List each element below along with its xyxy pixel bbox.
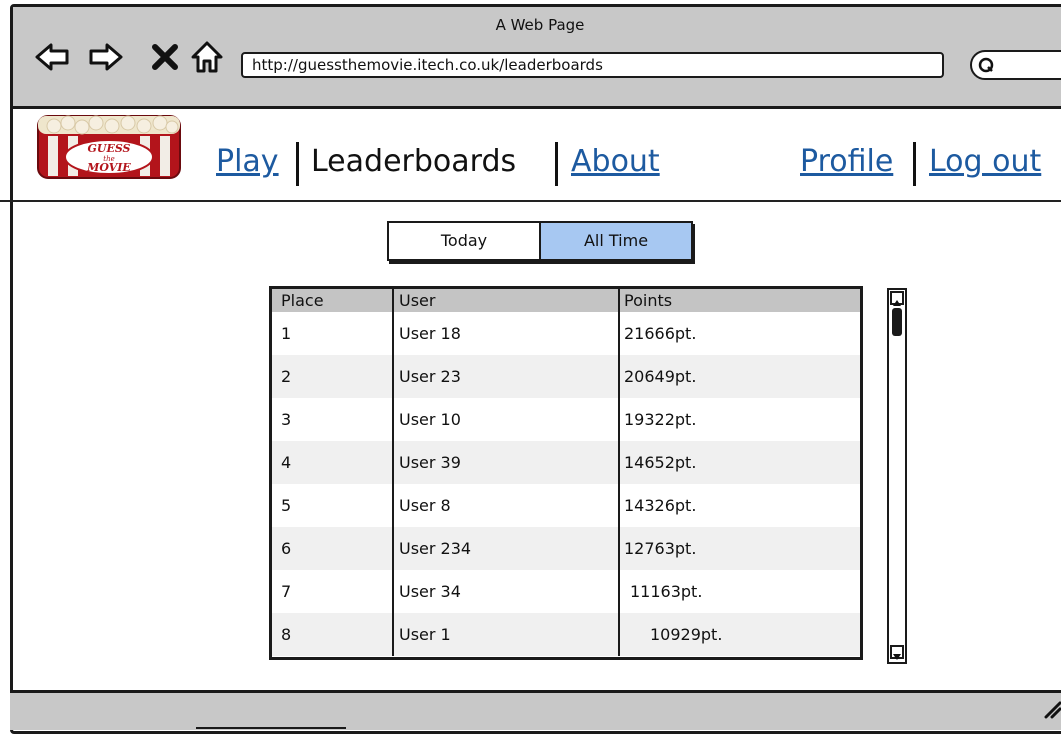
place-cell: 2	[272, 355, 394, 398]
site-logo[interactable]: GUESS the MOVIE	[34, 114, 184, 180]
leaderboard-table: Place User Points 1 User 18 21666pt. 2 U…	[269, 286, 863, 660]
column-header-points[interactable]: Points	[620, 289, 860, 312]
browser-status-bar	[10, 690, 1061, 730]
nav-separator	[296, 142, 299, 186]
column-header-place[interactable]: Place	[272, 289, 394, 312]
tab-today[interactable]: Today	[389, 223, 541, 259]
window-title: A Web Page	[495, 16, 585, 34]
url-bar[interactable]: http://guessthemovie.itech.co.uk/leaderb…	[241, 52, 944, 78]
place-cell: 7	[272, 570, 394, 613]
browser-toolbar: A Web Page http://guessthemovie.itech.co…	[13, 7, 1061, 109]
logo-text-bottom: MOVIE	[86, 161, 131, 174]
points-cell: 10929pt.	[650, 625, 723, 644]
place-cell: 1	[272, 312, 394, 355]
tab-all-time[interactable]: All Time	[541, 223, 691, 259]
chevron-down-icon	[893, 654, 901, 660]
scroll-down-button[interactable]	[890, 645, 904, 660]
scroll-thumb[interactable]	[892, 308, 902, 336]
forward-arrow-icon[interactable]	[85, 37, 125, 77]
place-cell: 6	[272, 527, 394, 570]
table-header-row: Place User Points	[272, 289, 860, 312]
chevron-up-icon	[893, 300, 901, 306]
nav-separator	[555, 142, 558, 186]
user-cell: User 39	[394, 441, 620, 484]
points-cell: 21666pt.	[624, 324, 697, 343]
nav-about-link[interactable]: About	[571, 142, 660, 182]
points-cell: 14326pt.	[624, 496, 697, 515]
nav-logout-link[interactable]: Log out	[929, 142, 1041, 182]
nav-profile-link[interactable]: Profile	[800, 142, 893, 182]
table-row[interactable]: 1 User 18 21666pt.	[272, 312, 860, 355]
table-row[interactable]: 7 User 34 11163pt.	[272, 570, 860, 613]
nav-separator	[913, 142, 916, 186]
place-cell: 5	[272, 484, 394, 527]
table-row[interactable]: 3 User 10 19322pt.	[272, 398, 860, 441]
close-icon[interactable]	[145, 37, 185, 77]
user-cell: User 234	[394, 527, 620, 570]
user-cell: User 8	[394, 484, 620, 527]
table-row[interactable]: 4 User 39 14652pt.	[272, 441, 860, 484]
user-cell: User 23	[394, 355, 620, 398]
points-cell: 19322pt.	[624, 410, 697, 429]
table-row[interactable]: 5 User 8 14326pt.	[272, 484, 860, 527]
user-cell: User 10	[394, 398, 620, 441]
place-cell: 3	[272, 398, 394, 441]
table-row[interactable]: 2 User 23 20649pt.	[272, 355, 860, 398]
header-divider	[0, 200, 1061, 202]
points-cell: 14652pt.	[624, 453, 697, 472]
nav-play-link[interactable]: Play	[216, 142, 279, 182]
table-row[interactable]: 6 User 234 12763pt.	[272, 527, 860, 570]
points-cell: 11163pt.	[630, 582, 703, 601]
period-toggle: Today All Time	[387, 221, 693, 261]
user-cell: User 1	[394, 613, 620, 656]
user-cell: User 18	[394, 312, 620, 355]
resize-grip-icon[interactable]	[1040, 697, 1061, 719]
place-cell: 4	[272, 441, 394, 484]
points-cell: 20649pt.	[624, 367, 697, 386]
table-row[interactable]: 8 User 1 10929pt.	[272, 613, 860, 656]
search-icon	[978, 57, 994, 73]
user-cell: User 34	[394, 570, 620, 613]
points-cell: 12763pt.	[624, 539, 697, 558]
table-scrollbar[interactable]	[887, 288, 907, 664]
column-header-user[interactable]: User	[394, 289, 620, 312]
logo-text-top: GUESS	[87, 142, 130, 155]
search-field[interactable]	[970, 50, 1061, 80]
home-icon[interactable]	[187, 37, 227, 77]
nav-leaderboards-current: Leaderboards	[311, 144, 517, 179]
scroll-up-button[interactable]	[890, 291, 904, 306]
back-arrow-icon[interactable]	[33, 37, 73, 77]
place-cell: 8	[272, 613, 394, 656]
status-bar-divider	[196, 727, 346, 737]
